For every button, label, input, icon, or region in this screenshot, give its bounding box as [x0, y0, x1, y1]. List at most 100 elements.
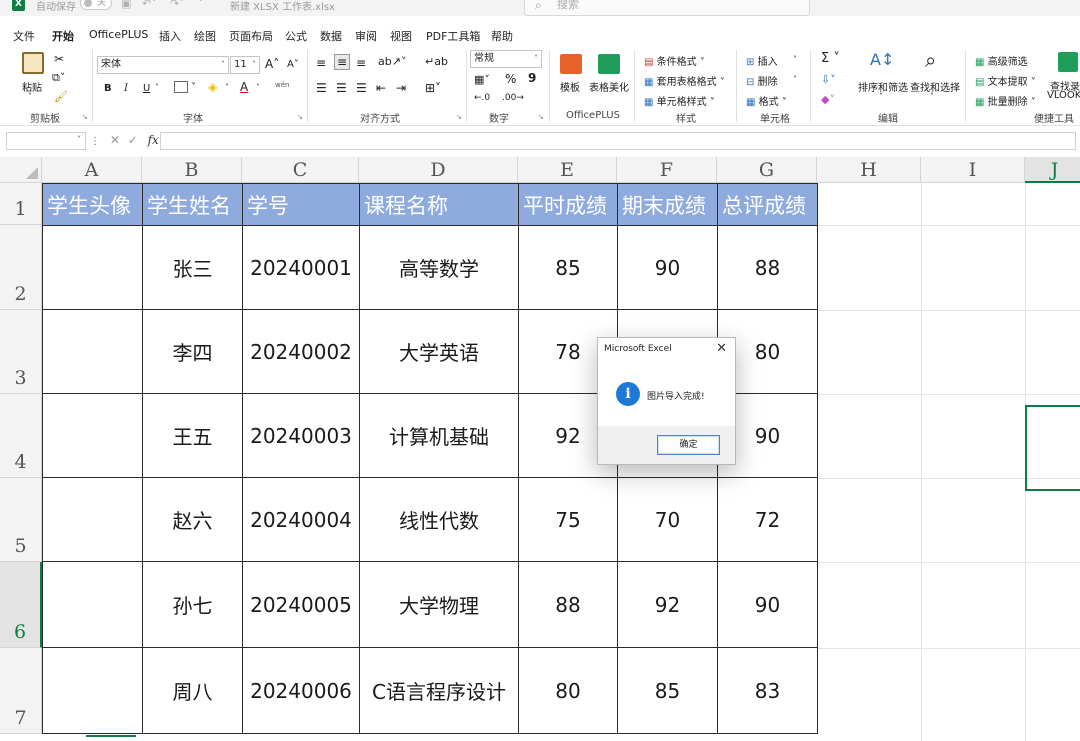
cell-name[interactable]: 王五: [142, 393, 243, 478]
cancel-icon[interactable]: ✕: [110, 133, 120, 147]
cell-name[interactable]: 周八: [142, 647, 243, 734]
chevron-down-icon[interactable]: ˅: [256, 83, 260, 92]
column-header-e[interactable]: E: [518, 157, 617, 183]
cell-regular-score[interactable]: 75: [518, 477, 618, 562]
close-icon[interactable]: ✕: [716, 341, 727, 356]
italic-button[interactable]: I: [124, 83, 128, 94]
tab-view[interactable]: 视图: [390, 28, 412, 44]
tab-home[interactable]: 开始: [52, 28, 74, 49]
increase-decimal-icon[interactable]: ←.0: [474, 93, 490, 103]
decrease-indent-icon[interactable]: ⇤: [376, 81, 386, 95]
merge-center-icon[interactable]: ⊞˅: [425, 81, 441, 95]
align-bottom-icon[interactable]: ≡: [356, 56, 366, 70]
header-cell-avatar[interactable]: 学生头像: [42, 183, 143, 226]
clipboard-launcher-icon[interactable]: ↘: [82, 113, 88, 121]
customize-qat-icon[interactable]: ˅: [198, 0, 204, 10]
cell-course[interactable]: 计算机基础: [359, 393, 519, 478]
confirm-icon[interactable]: ✓: [128, 133, 138, 147]
align-middle-icon[interactable]: ≡: [334, 54, 351, 70]
font-size-select[interactable]: 11 ˅: [230, 56, 260, 74]
header-cell-overall-score[interactable]: 总评成绩: [717, 183, 818, 226]
align-right-icon[interactable]: ☰: [356, 81, 367, 95]
advanced-filter-button[interactable]: ▦ 高级筛选: [975, 53, 1028, 68]
template-icon[interactable]: [560, 54, 582, 74]
format-painter-icon[interactable]: 🖌: [54, 90, 68, 103]
tab-file[interactable]: 文件: [13, 28, 35, 44]
tab-data[interactable]: 数据: [320, 28, 342, 44]
cut-icon[interactable]: ✂: [54, 52, 64, 66]
cell-final-score[interactable]: 90: [617, 225, 718, 310]
sort-filter-button[interactable]: 排序和筛选: [858, 79, 908, 94]
cell-name[interactable]: 张三: [142, 225, 243, 310]
grow-font-button[interactable]: A˄: [265, 57, 279, 71]
chevron-down-icon[interactable]: ˅: [225, 83, 229, 92]
chevron-down-icon[interactable]: ˅: [930, 92, 934, 101]
row-header-3[interactable]: 3: [0, 310, 42, 394]
autosave-toggle[interactable]: 关: [80, 0, 112, 10]
select-all-button[interactable]: [0, 157, 42, 183]
row-header-1[interactable]: 1: [0, 183, 42, 225]
row-header-5[interactable]: 5: [0, 478, 42, 562]
percent-style-button[interactable]: %: [505, 72, 516, 86]
header-cell-final-score[interactable]: 期末成绩: [617, 183, 718, 226]
table-beautify-button[interactable]: 表格美化: [589, 79, 629, 94]
search-box[interactable]: ⌕ 搜索: [524, 0, 810, 16]
cell-overall-score[interactable]: 83: [717, 647, 818, 734]
vlookup-button[interactable]: VLOOK: [1047, 90, 1080, 101]
delete-cells-button[interactable]: ⊟ 删除: [746, 73, 778, 88]
column-header-f[interactable]: F: [617, 157, 717, 183]
phonetic-guide-button[interactable]: wén: [275, 81, 289, 89]
font-launcher-icon[interactable]: ↘: [297, 113, 303, 121]
tab-page-layout[interactable]: 页面布局: [229, 28, 273, 44]
cell-course[interactable]: C语言程序设计: [359, 647, 519, 734]
cell-student-id[interactable]: 20240006: [242, 647, 360, 734]
comma-style-button[interactable]: 9: [528, 71, 536, 85]
tab-pdf-toolbox[interactable]: PDF工具箱: [426, 28, 480, 44]
column-header-j[interactable]: J: [1025, 157, 1080, 183]
orientation-icon[interactable]: ab↗˅: [378, 55, 406, 68]
column-header-a[interactable]: A: [42, 157, 142, 183]
batch-delete-button[interactable]: ▦ 批量删除 ˅: [975, 93, 1036, 108]
row-header-6[interactable]: 6: [0, 562, 42, 648]
chevron-down-icon[interactable]: ˅: [793, 75, 797, 84]
cell-final-score[interactable]: 70: [617, 477, 718, 562]
clear-icon[interactable]: ◆˅: [821, 93, 835, 106]
alignment-launcher-icon[interactable]: ↘: [456, 113, 462, 121]
insert-cells-button[interactable]: ⊞ 插入: [746, 53, 778, 68]
cell-avatar[interactable]: [42, 561, 143, 648]
column-header-g[interactable]: G: [717, 157, 817, 183]
row-header-4[interactable]: 4: [0, 394, 42, 478]
column-header-c[interactable]: C: [242, 157, 359, 183]
column-header-i[interactable]: I: [921, 157, 1025, 183]
find-select-icon[interactable]: ⌕: [925, 48, 936, 72]
row-header-7[interactable]: 7: [0, 648, 42, 734]
bold-button[interactable]: B: [104, 83, 112, 94]
cell-avatar[interactable]: [42, 393, 143, 478]
cell-course[interactable]: 高等数学: [359, 225, 519, 310]
cell-avatar[interactable]: [42, 647, 143, 734]
cell-student-id[interactable]: 20240005: [242, 561, 360, 648]
lookup-icon[interactable]: [1058, 52, 1078, 72]
tab-help[interactable]: 帮助: [491, 28, 513, 44]
font-name-select[interactable]: 宋体 ˅: [97, 56, 229, 74]
name-box[interactable]: ˅: [6, 132, 86, 150]
row-header-2[interactable]: 2: [0, 225, 42, 310]
cell-regular-score[interactable]: 85: [518, 225, 618, 310]
tab-officeplus[interactable]: OfficePLUS: [89, 28, 148, 41]
number-launcher-icon[interactable]: ↘: [538, 113, 544, 121]
cell-student-id[interactable]: 20240002: [242, 309, 360, 394]
decrease-decimal-icon[interactable]: .00→: [502, 93, 524, 103]
header-cell-course[interactable]: 课程名称: [359, 183, 519, 226]
formula-input[interactable]: [160, 132, 1076, 150]
cell-avatar[interactable]: [42, 477, 143, 562]
font-color-button[interactable]: A: [240, 80, 248, 94]
cell-overall-score[interactable]: 72: [717, 477, 818, 562]
cell-student-id[interactable]: 20240004: [242, 477, 360, 562]
cell-course[interactable]: 线性代数: [359, 477, 519, 562]
tab-draw[interactable]: 绘图: [194, 28, 216, 44]
text-extract-button[interactable]: ▤ 文本提取 ˅: [975, 73, 1036, 88]
conditional-format-button[interactable]: ▤ 条件格式 ˅: [644, 53, 705, 68]
cell-course[interactable]: 大学英语: [359, 309, 519, 394]
save-icon[interactable]: ▣: [121, 0, 131, 10]
cell-styles-button[interactable]: ▦ 单元格样式 ˅: [644, 93, 715, 108]
